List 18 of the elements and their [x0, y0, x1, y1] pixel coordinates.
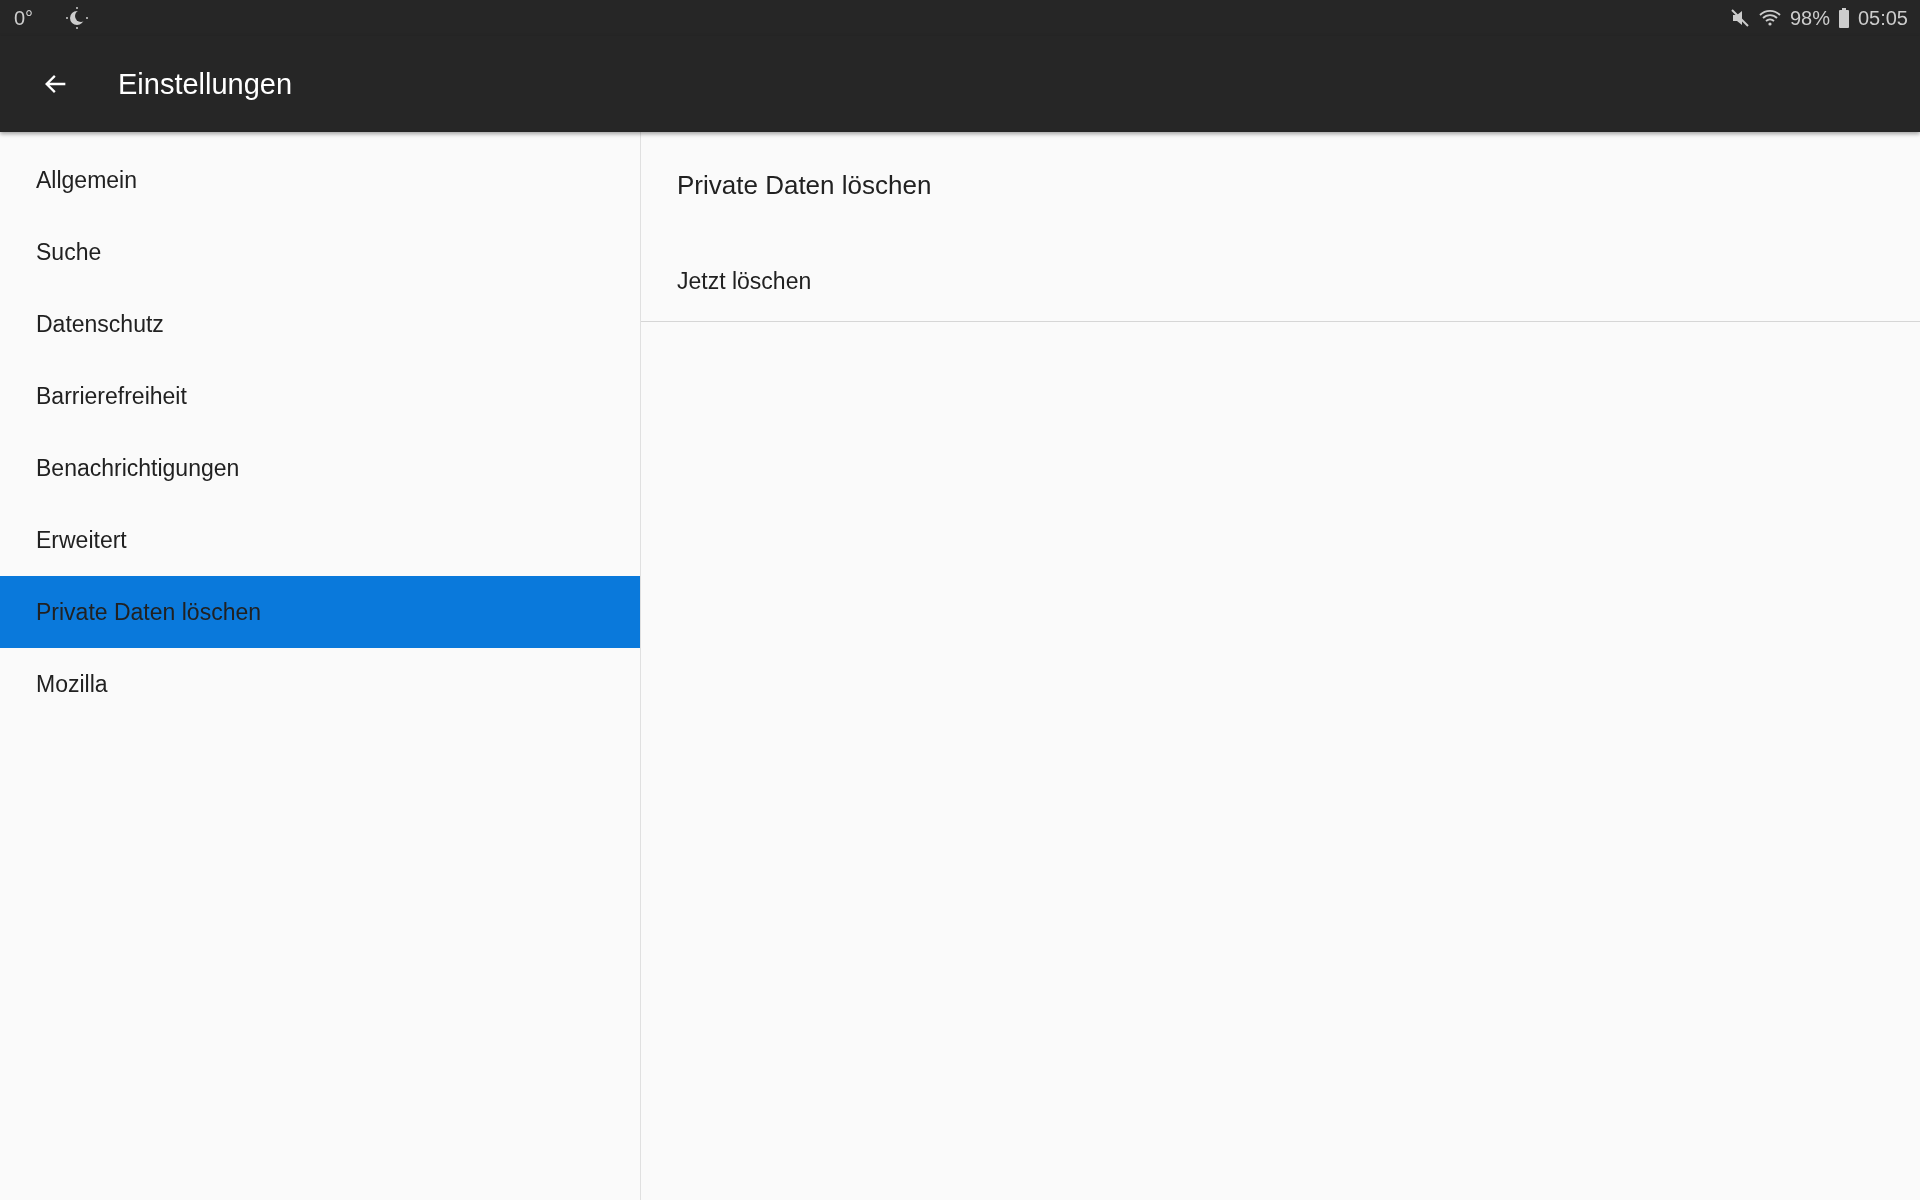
- section-heading: Private Daten löschen: [676, 169, 933, 202]
- sidebar-item[interactable]: Suche: [0, 216, 640, 288]
- battery-percent: 98%: [1789, 6, 1830, 30]
- page-title: Einstellungen: [118, 67, 293, 101]
- weather-icon: [65, 6, 90, 30]
- clock-time: 05:05: [1857, 6, 1908, 30]
- sidebar-item[interactable]: Barrierefreiheit: [0, 360, 640, 432]
- sidebar-item[interactable]: Private Daten löschen: [0, 576, 640, 648]
- sidebar-item[interactable]: Mozilla: [0, 648, 640, 720]
- sidebar-item[interactable]: Datenschutz: [0, 288, 640, 360]
- battery-icon: [1837, 8, 1850, 28]
- temperature-text: 0°: [14, 6, 34, 30]
- sidebar-item[interactable]: Benachrichtigungen: [0, 432, 640, 504]
- wifi-icon: [1757, 8, 1782, 28]
- sidebar-item[interactable]: Allgemein: [0, 144, 640, 216]
- sidebar-item[interactable]: Erweitert: [0, 504, 640, 576]
- mute-icon: [1729, 8, 1750, 28]
- preference-item[interactable]: Jetzt löschen: [641, 242, 1920, 322]
